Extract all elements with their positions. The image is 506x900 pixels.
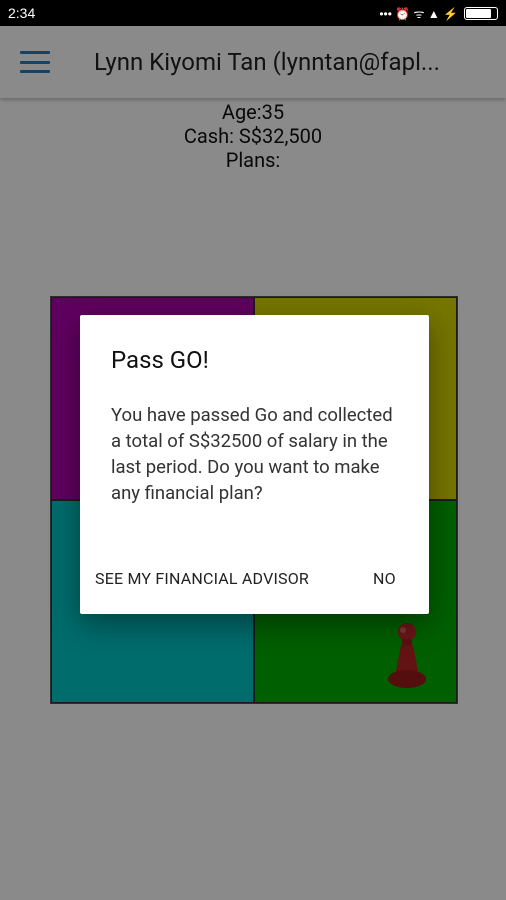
- dialog-actions: SEE MY FINANCIAL ADVISOR NO: [80, 566, 429, 596]
- battery-icon: [464, 6, 498, 20]
- status-indicators: ••• ⏰ ᯤ ▲ ⚡: [379, 5, 498, 22]
- dialog-message: You have passed Go and collected a total…: [111, 404, 393, 504]
- see-financial-advisor-button[interactable]: SEE MY FINANCIAL ADVISOR: [95, 569, 309, 588]
- dialog-title: Pass GO!: [111, 346, 209, 374]
- status-bar: 2:34 ••• ⏰ ᯤ ▲ ⚡: [0, 0, 506, 26]
- status-time: 2:34: [8, 5, 36, 21]
- no-button[interactable]: NO: [373, 569, 396, 588]
- status-icons: ••• ⏰ ᯤ ▲ ⚡: [379, 6, 458, 21]
- pass-go-dialog: Pass GO! You have passed Go and collecte…: [80, 315, 429, 614]
